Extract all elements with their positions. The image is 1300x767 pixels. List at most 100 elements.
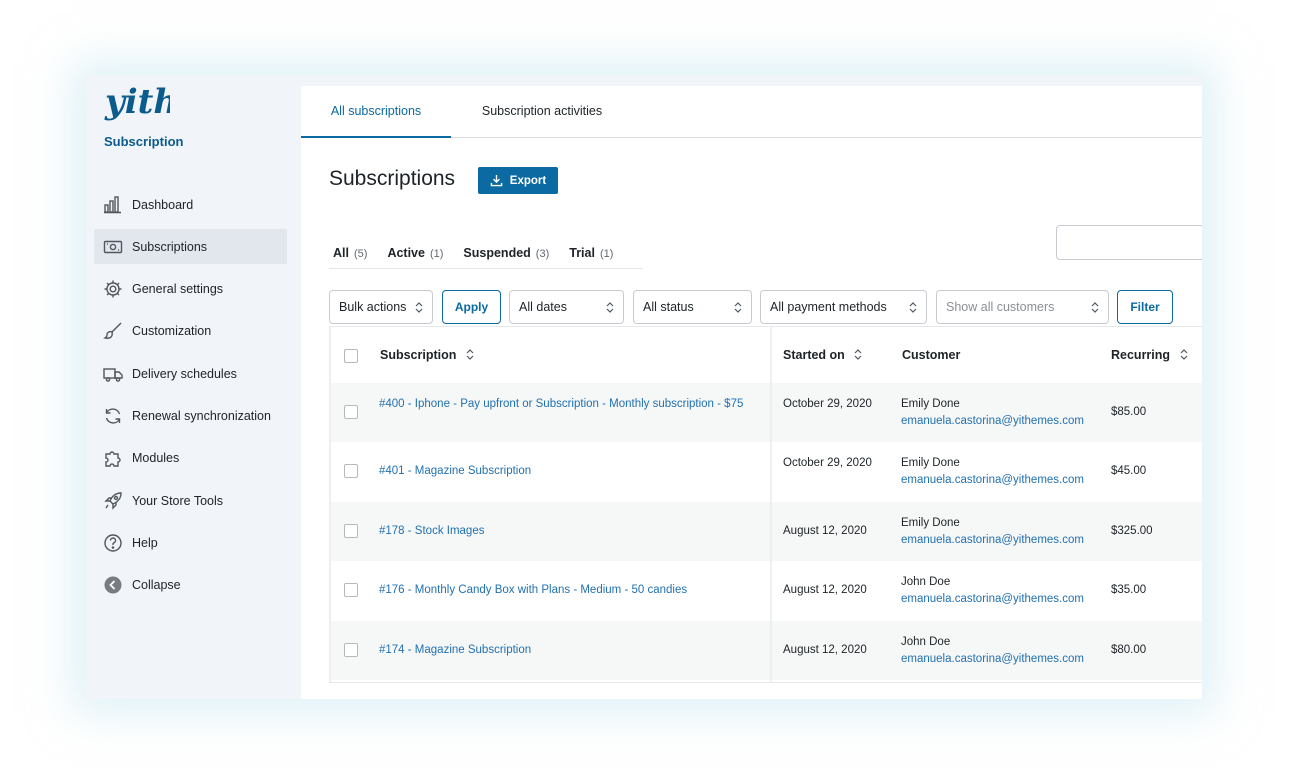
- sidebar-item-collapse[interactable]: Collapse: [94, 568, 287, 603]
- select-all-checkbox[interactable]: [344, 349, 358, 363]
- customer-cell: Emily Done emanuela.castorina@yithemes.c…: [901, 396, 1101, 430]
- bar-chart-icon: [102, 194, 124, 216]
- collapse-icon: [102, 574, 124, 596]
- sidebar-item-general-settings[interactable]: General settings: [94, 272, 287, 307]
- sidebar-item-label: Collapse: [132, 578, 181, 593]
- customers-select[interactable]: Show all customers: [936, 290, 1109, 324]
- view-label: Active: [387, 246, 425, 260]
- column-header-subscription[interactable]: Subscription: [380, 327, 474, 384]
- view-count: (1): [429, 248, 444, 260]
- tab-all-subscriptions[interactable]: All subscriptions: [301, 86, 451, 138]
- sidebar-nav: Dashboard Subscriptions General settings…: [94, 187, 287, 610]
- dates-select[interactable]: All dates: [509, 290, 624, 324]
- payment-methods-select[interactable]: All payment methods: [760, 290, 927, 324]
- help-icon: [102, 532, 124, 554]
- search-input[interactable]: [1056, 225, 1202, 260]
- export-button-label: Export: [509, 174, 547, 187]
- download-icon: [490, 174, 503, 187]
- recurring-value: $325.00: [1111, 524, 1153, 537]
- customer-cell: John Doe emanuela.castorina@yithemes.com: [901, 574, 1101, 608]
- started-on-value: August 12, 2020: [783, 524, 867, 537]
- customer-name: Emily Done: [901, 516, 960, 529]
- sidebar-item-subscriptions[interactable]: Subscriptions: [94, 229, 287, 265]
- sidebar: yith Subscription Dashboard Subscription…: [86, 75, 300, 699]
- bulk-actions-select[interactable]: Bulk actions: [329, 290, 433, 324]
- select-arrows-icon: [606, 302, 614, 313]
- logo-wordmark: yith: [104, 83, 170, 122]
- customer-email-link[interactable]: emanuela.castorina@yithemes.com: [901, 472, 1101, 489]
- view-label: All: [333, 246, 349, 260]
- apply-button[interactable]: Apply: [442, 290, 501, 324]
- view-suspended[interactable]: Suspended (3): [463, 246, 549, 268]
- row-checkbox[interactable]: [344, 464, 358, 479]
- sidebar-item-modules[interactable]: Modules: [94, 441, 287, 476]
- customer-email-link[interactable]: emanuela.castorina@yithemes.com: [901, 413, 1101, 430]
- sidebar-item-help[interactable]: Help: [94, 525, 287, 560]
- column-header-recurring[interactable]: Recurring: [1111, 327, 1188, 384]
- view-all[interactable]: All (5): [333, 246, 367, 268]
- sidebar-item-customization[interactable]: Customization: [94, 314, 287, 349]
- table-row: #400 - Iphone - Pay upfront or Subscript…: [329, 383, 1202, 443]
- view-count: (3): [535, 248, 550, 260]
- select-placeholder: Show all customers: [946, 300, 1055, 314]
- export-button[interactable]: Export: [478, 167, 558, 194]
- column-header-customer: Customer: [902, 348, 961, 362]
- select-arrows-icon: [734, 302, 742, 313]
- money-icon: [102, 236, 124, 258]
- row-checkbox[interactable]: [344, 583, 358, 598]
- tab-subscription-activities[interactable]: Subscription activities: [463, 86, 621, 138]
- customer-name: John Doe: [901, 635, 951, 648]
- table-row: #178 - Stock Images August 12, 2020 Emil…: [329, 501, 1202, 562]
- view-active[interactable]: Active (1): [387, 246, 443, 268]
- select-arrows-icon: [1091, 302, 1099, 313]
- sidebar-item-dashboard[interactable]: Dashboard: [94, 187, 287, 222]
- select-value: All status: [643, 300, 694, 314]
- column-header-label: Subscription: [380, 348, 457, 362]
- subscription-link[interactable]: #401 - Magazine Subscription: [379, 463, 749, 480]
- started-on-value: October 29, 2020: [783, 398, 872, 410]
- view-trial[interactable]: Trial (1): [569, 246, 613, 268]
- select-arrows-icon: [909, 302, 917, 313]
- customer-email-link[interactable]: emanuela.castorina@yithemes.com: [901, 591, 1101, 608]
- customer-name: John Doe: [901, 576, 951, 589]
- puzzle-icon: [102, 447, 124, 469]
- subscription-link[interactable]: #176 - Monthly Candy Box with Plans - Me…: [379, 582, 749, 599]
- column-header-started-on[interactable]: Started on: [783, 327, 862, 384]
- row-checkbox[interactable]: [344, 523, 358, 538]
- subscription-link[interactable]: #178 - Stock Images: [379, 523, 749, 540]
- subscription-link[interactable]: #400 - Iphone - Pay upfront or Subscript…: [379, 396, 749, 413]
- table-row: #401 - Magazine Subscription October 29,…: [329, 442, 1202, 502]
- customer-cell: John Doe emanuela.castorina@yithemes.com: [901, 634, 1101, 668]
- table-bottom-rule: [329, 682, 1202, 683]
- customer-name: Emily Done: [901, 398, 960, 410]
- sync-icon: [102, 405, 124, 427]
- sidebar-item-renewal-synchronization[interactable]: Renewal synchronization: [94, 398, 287, 433]
- tab-bar: All subscriptions Subscription activitie…: [301, 86, 1202, 138]
- table-row: #176 - Monthly Candy Box with Plans - Me…: [329, 561, 1202, 621]
- customer-email-link[interactable]: emanuela.castorina@yithemes.com: [901, 532, 1101, 549]
- app-window: yith Subscription Dashboard Subscription…: [86, 75, 1202, 699]
- sidebar-item-delivery-schedules[interactable]: Delivery schedules: [94, 356, 287, 391]
- select-arrows-icon: [415, 302, 423, 313]
- status-select[interactable]: All status: [633, 290, 752, 324]
- row-checkbox[interactable]: [344, 405, 358, 419]
- started-on-value: October 29, 2020: [783, 457, 872, 470]
- sidebar-item-label: Subscriptions: [132, 239, 208, 254]
- sidebar-item-label: Renewal synchronization: [132, 408, 271, 423]
- view-label: Suspended: [463, 246, 531, 260]
- column-divider: [770, 326, 773, 683]
- subscription-link[interactable]: #174 - Magazine Subscription: [379, 642, 749, 659]
- row-checkbox[interactable]: [344, 642, 358, 657]
- sort-icon: [466, 349, 474, 360]
- sidebar-item-your-store-tools[interactable]: Your Store Tools: [94, 483, 287, 518]
- view-count: (5): [353, 248, 368, 260]
- started-on-value: August 12, 2020: [783, 643, 867, 656]
- recurring-value: $35.00: [1111, 584, 1147, 597]
- select-value: Bulk actions: [339, 300, 407, 314]
- customer-email-link[interactable]: emanuela.castorina@yithemes.com: [901, 651, 1101, 668]
- recurring-value: $80.00: [1111, 643, 1147, 656]
- customer-cell: Emily Done emanuela.castorina@yithemes.c…: [901, 455, 1101, 489]
- customer-name: Emily Done: [901, 457, 960, 470]
- table-header: Subscription Started on Customer Recurri…: [329, 326, 1202, 383]
- filter-button[interactable]: Filter: [1117, 290, 1173, 324]
